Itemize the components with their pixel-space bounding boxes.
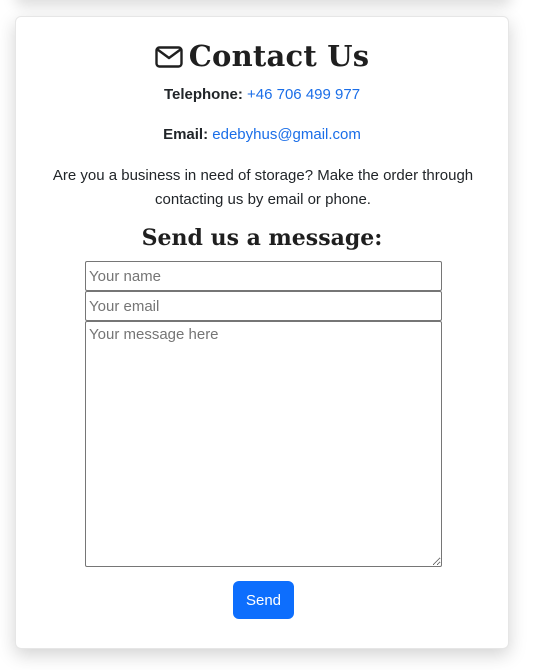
form-heading: Send us a message: (141, 225, 383, 251)
name-input[interactable] (85, 261, 442, 291)
page-title: Contact Us (188, 39, 370, 73)
email-label: Email: (163, 126, 209, 143)
contact-card: Contact Us Telephone: +46 706 499 977 Em… (15, 16, 509, 649)
envelope-icon (155, 46, 183, 68)
telephone-line: Telephone: +46 706 499 977 (16, 85, 508, 105)
telephone-link[interactable]: +46 706 499 977 (247, 86, 360, 103)
telephone-label: Telephone: (163, 86, 243, 103)
message-textarea[interactable] (85, 321, 442, 567)
contact-description: Are you a business in need of storage? M… (52, 167, 474, 208)
send-button[interactable]: Send (233, 581, 294, 619)
email-link[interactable]: edebyhus@gmail.com (212, 126, 361, 143)
email-input[interactable] (85, 291, 442, 321)
title-row: Contact Us (16, 39, 508, 73)
email-line: Email: edebyhus@gmail.com (16, 125, 508, 145)
